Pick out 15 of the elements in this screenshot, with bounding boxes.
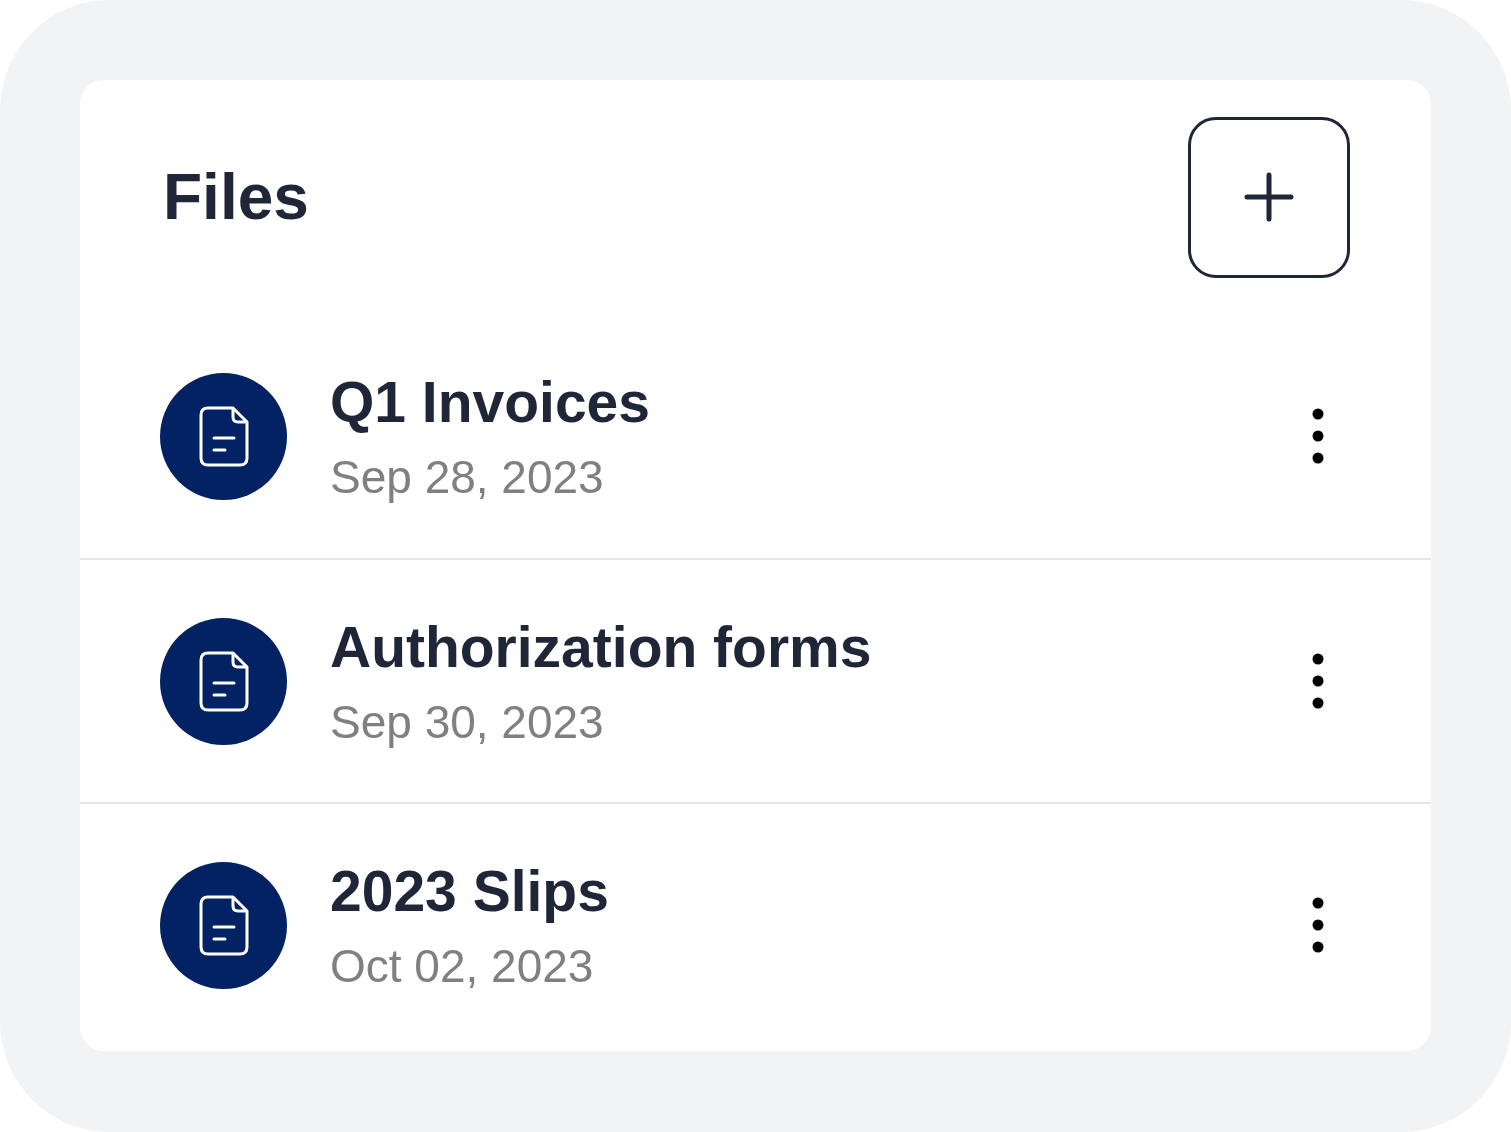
panel-title: Files <box>163 160 309 235</box>
file-name: 2023 Slips <box>330 858 609 925</box>
file-date: Oct 02, 2023 <box>330 939 594 994</box>
more-icon <box>1312 653 1324 709</box>
file-icon <box>160 372 287 500</box>
file-name: Q1 Invoices <box>330 369 650 436</box>
file-icon <box>160 861 287 989</box>
file-date: Sep 30, 2023 <box>330 695 604 750</box>
file-date: Sep 28, 2023 <box>330 450 604 505</box>
file-icon <box>160 617 287 745</box>
more-icon <box>1312 897 1324 953</box>
add-button[interactable] <box>1188 116 1350 278</box>
plus-icon <box>1244 172 1294 222</box>
more-icon <box>1312 408 1324 464</box>
file-name: Authorization forms <box>330 614 872 681</box>
